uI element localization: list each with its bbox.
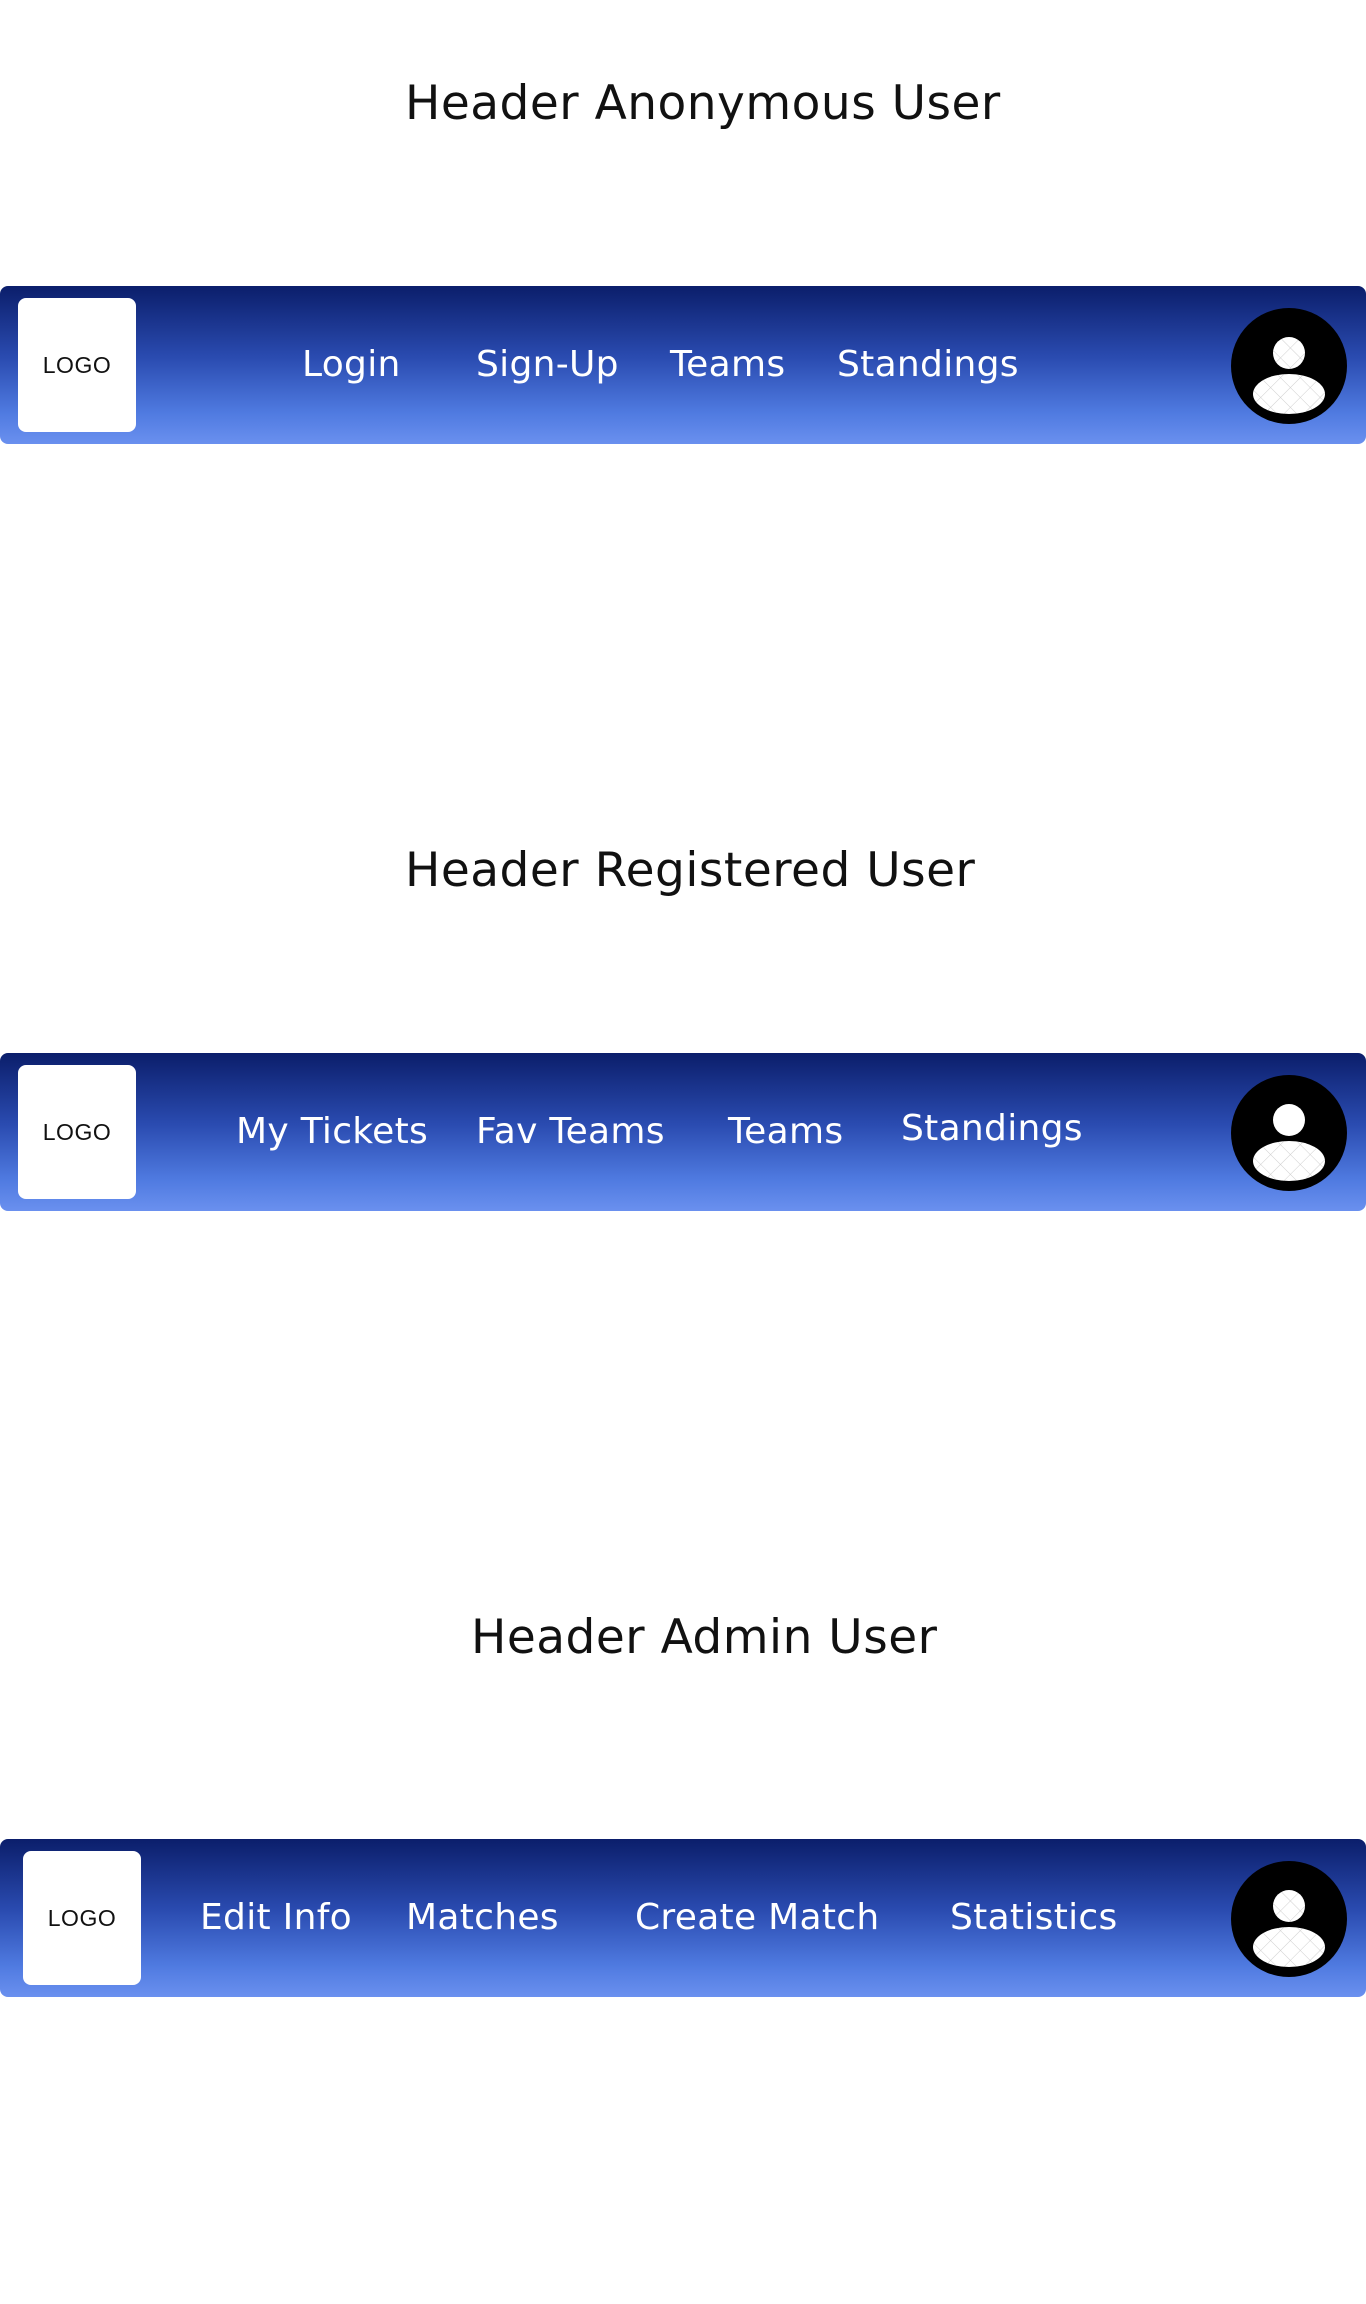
logo[interactable]: LOGO [23, 1851, 141, 1985]
section-title-admin: Header Admin User [471, 1610, 938, 1665]
nav-login[interactable]: Login [302, 286, 401, 444]
nav-standings[interactable]: Standings [837, 286, 1019, 444]
user-avatar-icon[interactable] [1231, 1861, 1347, 1977]
user-avatar-icon[interactable] [1231, 1075, 1347, 1191]
nav-statistics[interactable]: Statistics [950, 1839, 1118, 1997]
nav-my-tickets[interactable]: My Tickets [236, 1053, 428, 1211]
user-avatar-icon[interactable] [1231, 308, 1347, 424]
section-title-anonymous: Header Anonymous User [405, 76, 1001, 131]
nav-standings[interactable]: Standings [901, 1050, 1083, 1208]
nav-fav-teams[interactable]: Fav Teams [476, 1053, 665, 1211]
nav-teams[interactable]: Teams [670, 286, 785, 444]
navbar-admin: LOGO Edit Info Matches Create Match Stat… [0, 1839, 1366, 1997]
navbar-registered: LOGO My Tickets Fav Teams Teams Standing… [0, 1053, 1366, 1211]
logo-text: LOGO [42, 351, 112, 378]
logo[interactable]: LOGO [18, 298, 136, 432]
logo-text: LOGO [42, 1118, 112, 1145]
nav-matches[interactable]: Matches [406, 1839, 559, 1997]
section-title-registered: Header Registered User [405, 843, 976, 898]
navbar-anonymous: LOGO Login Sign-Up Teams Standings [0, 286, 1366, 444]
nav-teams[interactable]: Teams [728, 1053, 843, 1211]
nav-sign-up[interactable]: Sign-Up [476, 286, 619, 444]
logo[interactable]: LOGO [18, 1065, 136, 1199]
logo-text: LOGO [47, 1904, 117, 1931]
nav-create-match[interactable]: Create Match [635, 1839, 880, 1997]
nav-edit-info[interactable]: Edit Info [200, 1839, 352, 1997]
